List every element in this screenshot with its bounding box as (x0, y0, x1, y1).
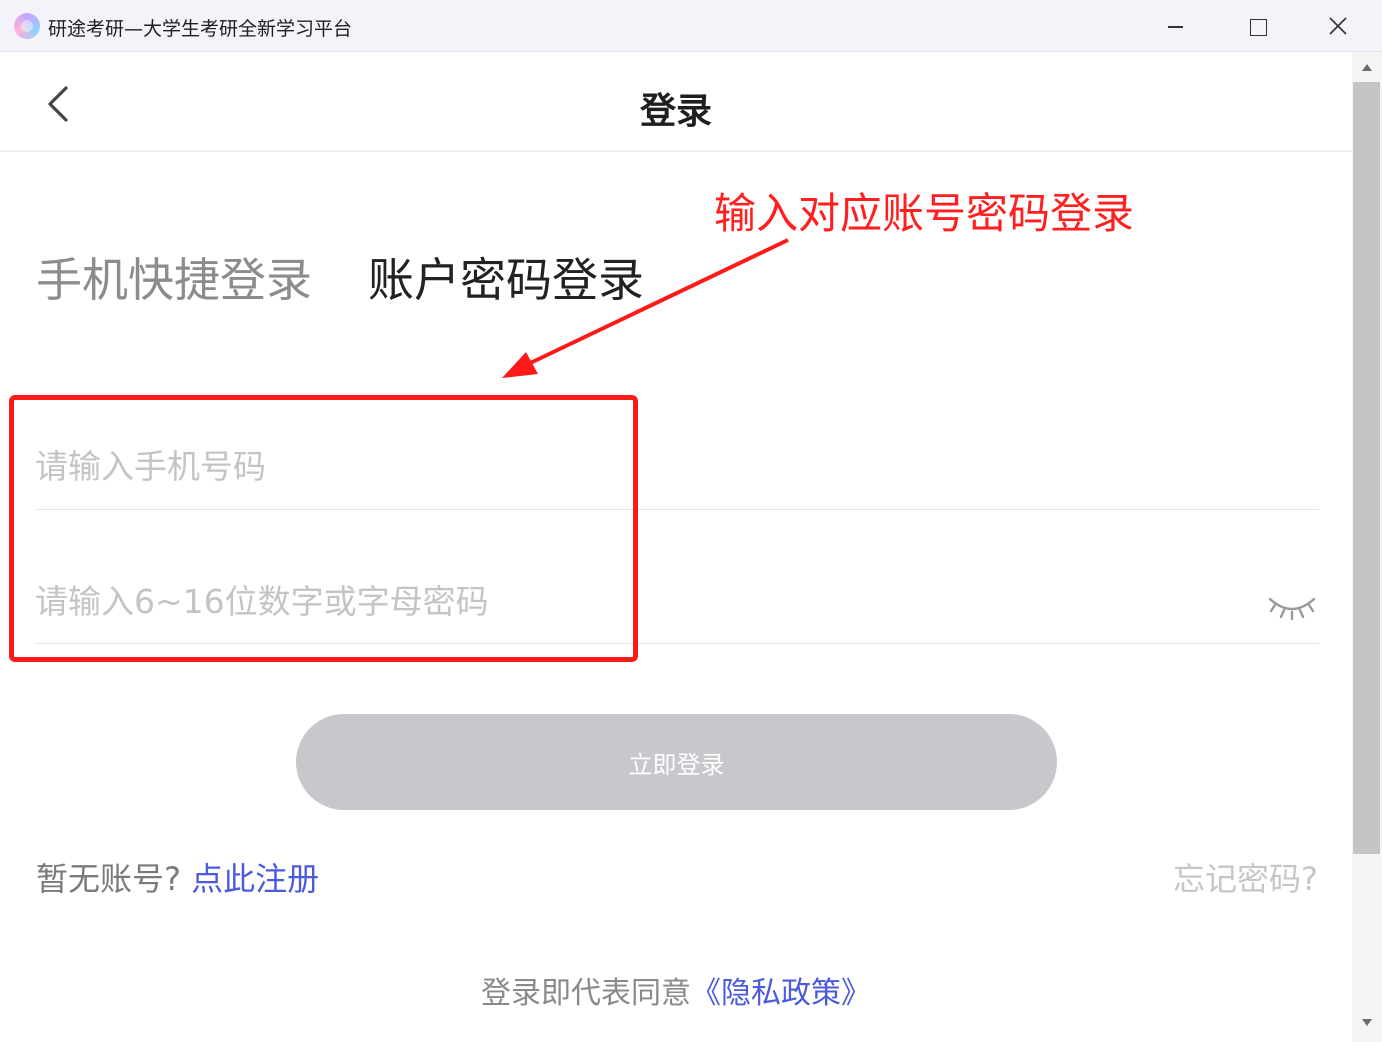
window-titlebar: 研途考研—大学生考研全新学习平台 (0, 0, 1382, 52)
scroll-up-arrow-icon[interactable] (1362, 64, 1372, 71)
no-account-row: 暂无账号? 点此注册 (36, 854, 319, 900)
privacy-row: 登录即代表同意《隐私政策》 (0, 968, 1352, 1012)
tab-phone-quick-login[interactable]: 手机快捷登录 (36, 244, 312, 310)
annotation-highlight-box (9, 395, 638, 662)
minimize-button[interactable] (1156, 8, 1196, 44)
app-logo-icon (14, 13, 40, 39)
forgot-password-link[interactable]: 忘记密码? (1173, 854, 1318, 900)
close-icon (1329, 17, 1347, 35)
tab-account-password-login[interactable]: 账户密码登录 (368, 244, 644, 310)
maximize-button[interactable] (1238, 8, 1278, 44)
register-link[interactable]: 点此注册 (191, 860, 319, 898)
eye-closed-icon[interactable] (1266, 593, 1318, 621)
annotation-text: 输入对应账号密码登录 (714, 189, 1135, 238)
no-account-text: 暂无账号? (36, 860, 181, 898)
window-title: 研途考研—大学生考研全新学习平台 (48, 18, 353, 40)
close-button[interactable] (1318, 8, 1358, 44)
scroll-down-arrow-icon[interactable] (1362, 1019, 1372, 1026)
privacy-prefix: 登录即代表同意 (481, 976, 691, 1011)
page-title: 登录 (639, 91, 712, 132)
scrollbar-thumb[interactable] (1353, 82, 1380, 854)
vertical-scrollbar[interactable] (1352, 52, 1382, 1042)
privacy-policy-link[interactable]: 《隐私政策》 (691, 976, 871, 1011)
page-header: 登录 (0, 52, 1352, 152)
login-button[interactable]: 立即登录 (296, 714, 1057, 810)
